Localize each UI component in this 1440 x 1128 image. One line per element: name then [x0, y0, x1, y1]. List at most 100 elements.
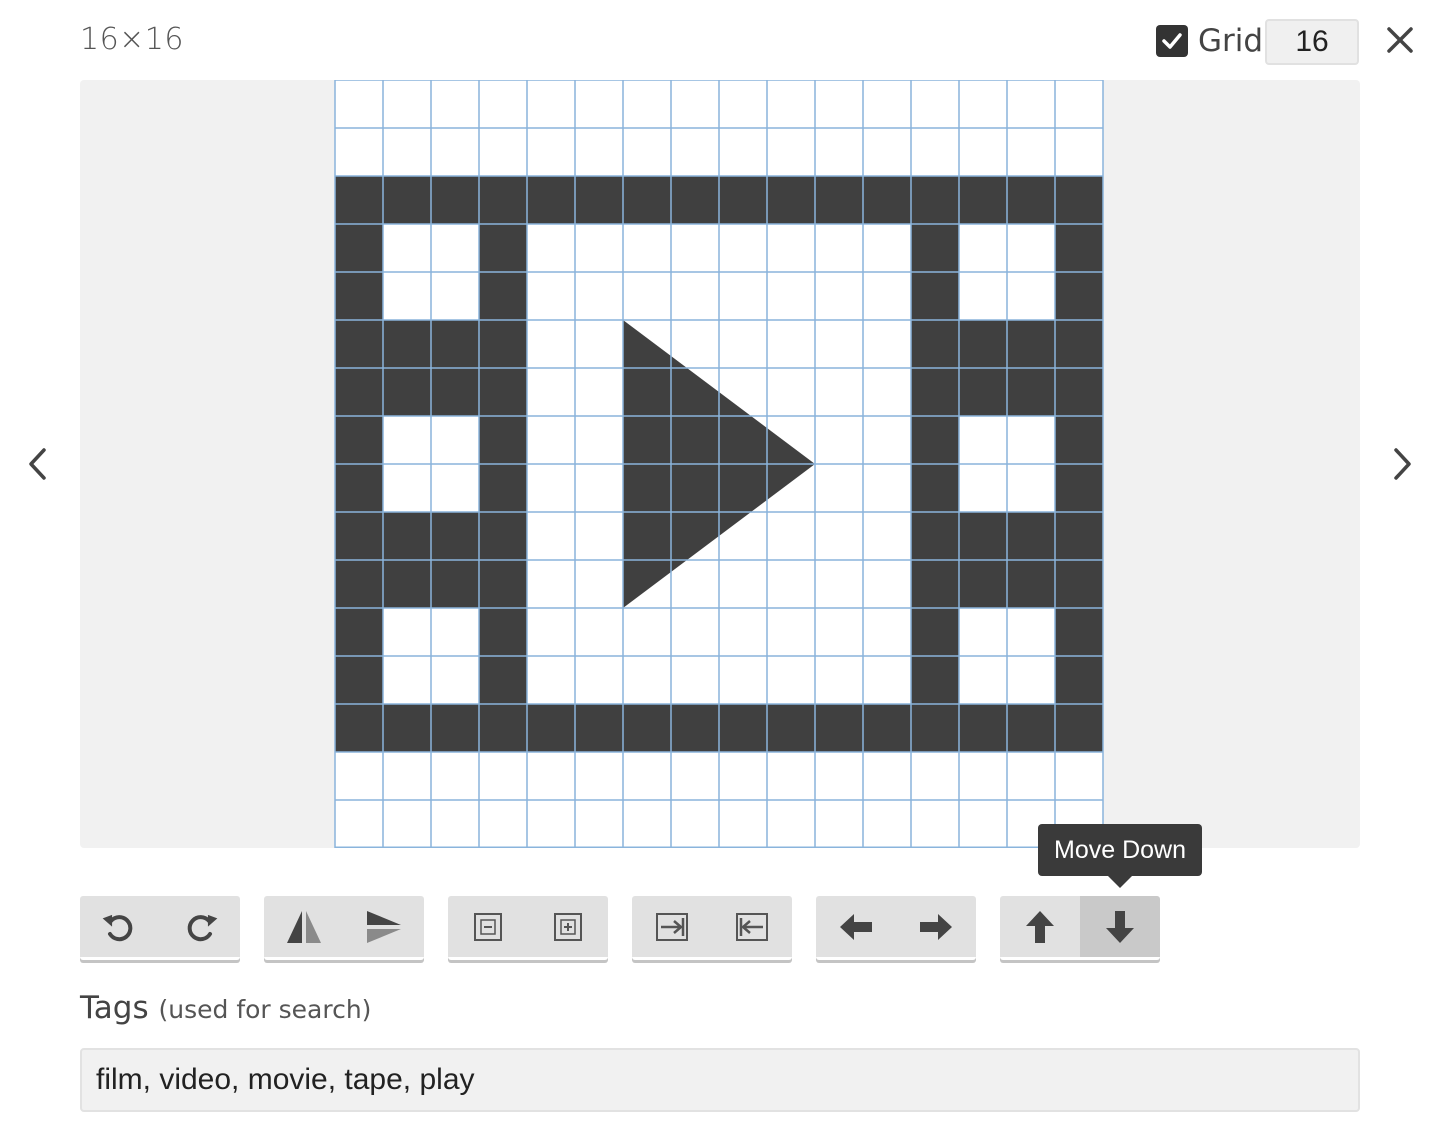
filled-pixel[interactable]	[335, 608, 383, 656]
filled-pixel[interactable]	[719, 704, 767, 752]
filled-pixel[interactable]	[335, 704, 383, 752]
filled-pixel[interactable]	[815, 704, 863, 752]
filled-pixel[interactable]	[1055, 320, 1103, 368]
previous-icon-button[interactable]	[14, 440, 62, 488]
filled-pixel[interactable]	[383, 368, 431, 416]
filled-pixel[interactable]	[479, 704, 527, 752]
filled-pixel[interactable]	[479, 368, 527, 416]
filled-pixel[interactable]	[959, 704, 1007, 752]
filled-pixel[interactable]	[1055, 704, 1103, 752]
filled-pixel[interactable]	[335, 368, 383, 416]
filled-pixel[interactable]	[479, 512, 527, 560]
rotate-right-button[interactable]	[160, 896, 240, 957]
filled-pixel[interactable]	[911, 464, 959, 512]
filled-pixel[interactable]	[1055, 656, 1103, 704]
filled-pixel[interactable]	[1055, 512, 1103, 560]
move-right-button[interactable]	[896, 896, 976, 957]
filled-pixel[interactable]	[479, 560, 527, 608]
filled-pixel[interactable]	[383, 560, 431, 608]
filled-pixel[interactable]	[479, 224, 527, 272]
filled-pixel[interactable]	[1055, 464, 1103, 512]
filled-pixel[interactable]	[623, 176, 671, 224]
pixel-canvas[interactable]	[334, 80, 1104, 848]
filled-pixel[interactable]	[527, 704, 575, 752]
filled-pixel[interactable]	[575, 176, 623, 224]
filled-pixel[interactable]	[1055, 272, 1103, 320]
filled-pixel[interactable]	[431, 176, 479, 224]
grid-checkbox[interactable]	[1156, 25, 1188, 57]
filled-pixel[interactable]	[911, 512, 959, 560]
filled-pixel[interactable]	[479, 320, 527, 368]
filled-pixel[interactable]	[527, 176, 575, 224]
contract-left-button[interactable]	[712, 896, 792, 957]
expand-right-button[interactable]	[632, 896, 712, 957]
filled-pixel[interactable]	[335, 320, 383, 368]
filled-pixel[interactable]	[911, 368, 959, 416]
grow-button[interactable]	[528, 896, 608, 957]
filled-pixel[interactable]	[335, 560, 383, 608]
filled-pixel[interactable]	[335, 512, 383, 560]
shrink-button[interactable]	[448, 896, 528, 957]
filled-pixel[interactable]	[1007, 176, 1055, 224]
filled-pixel[interactable]	[959, 176, 1007, 224]
tags-input[interactable]	[80, 1048, 1360, 1112]
filled-pixel[interactable]	[959, 368, 1007, 416]
filled-pixel[interactable]	[719, 176, 767, 224]
filled-pixel[interactable]	[1055, 608, 1103, 656]
filled-pixel[interactable]	[671, 704, 719, 752]
filled-pixel[interactable]	[1055, 416, 1103, 464]
filled-pixel[interactable]	[1007, 512, 1055, 560]
filled-pixel[interactable]	[479, 656, 527, 704]
filled-pixel[interactable]	[1007, 368, 1055, 416]
filled-pixel[interactable]	[767, 704, 815, 752]
filled-pixel[interactable]	[911, 320, 959, 368]
filled-pixel[interactable]	[911, 560, 959, 608]
filled-pixel[interactable]	[431, 560, 479, 608]
filled-pixel[interactable]	[1055, 224, 1103, 272]
flip-horizontal-button[interactable]	[264, 896, 344, 957]
filled-pixel[interactable]	[383, 512, 431, 560]
grid-toggle[interactable]: Grid	[1156, 23, 1263, 59]
filled-pixel[interactable]	[815, 176, 863, 224]
filled-pixel[interactable]	[959, 560, 1007, 608]
filled-pixel[interactable]	[863, 176, 911, 224]
filled-pixel[interactable]	[431, 320, 479, 368]
filled-pixel[interactable]	[335, 416, 383, 464]
move-down-button[interactable]	[1080, 896, 1160, 957]
filled-pixel[interactable]	[623, 704, 671, 752]
filled-pixel[interactable]	[335, 464, 383, 512]
filled-pixel[interactable]	[671, 176, 719, 224]
rotate-left-button[interactable]	[80, 896, 160, 957]
filled-pixel[interactable]	[335, 656, 383, 704]
filled-pixel[interactable]	[911, 224, 959, 272]
filled-pixel[interactable]	[1055, 368, 1103, 416]
filled-pixel[interactable]	[1055, 560, 1103, 608]
filled-pixel[interactable]	[575, 704, 623, 752]
filled-pixel[interactable]	[383, 320, 431, 368]
move-left-button[interactable]	[816, 896, 896, 957]
filled-pixel[interactable]	[479, 272, 527, 320]
filled-pixel[interactable]	[911, 272, 959, 320]
filled-pixel[interactable]	[431, 368, 479, 416]
filled-pixel[interactable]	[479, 608, 527, 656]
filled-pixel[interactable]	[863, 704, 911, 752]
filled-pixel[interactable]	[911, 656, 959, 704]
filled-pixel[interactable]	[335, 224, 383, 272]
filled-pixel[interactable]	[479, 464, 527, 512]
flip-vertical-button[interactable]	[344, 896, 424, 957]
next-icon-button[interactable]	[1378, 440, 1426, 488]
filled-pixel[interactable]	[767, 176, 815, 224]
filled-pixel[interactable]	[383, 704, 431, 752]
filled-pixel[interactable]	[1007, 704, 1055, 752]
close-button[interactable]	[1382, 22, 1418, 58]
filled-pixel[interactable]	[911, 704, 959, 752]
move-up-button[interactable]	[1000, 896, 1080, 957]
filled-pixel[interactable]	[1055, 176, 1103, 224]
filled-pixel[interactable]	[911, 608, 959, 656]
grid-size-input[interactable]	[1265, 19, 1359, 65]
filled-pixel[interactable]	[431, 512, 479, 560]
filled-pixel[interactable]	[335, 272, 383, 320]
filled-pixel[interactable]	[911, 416, 959, 464]
filled-pixel[interactable]	[911, 176, 959, 224]
filled-pixel[interactable]	[479, 176, 527, 224]
